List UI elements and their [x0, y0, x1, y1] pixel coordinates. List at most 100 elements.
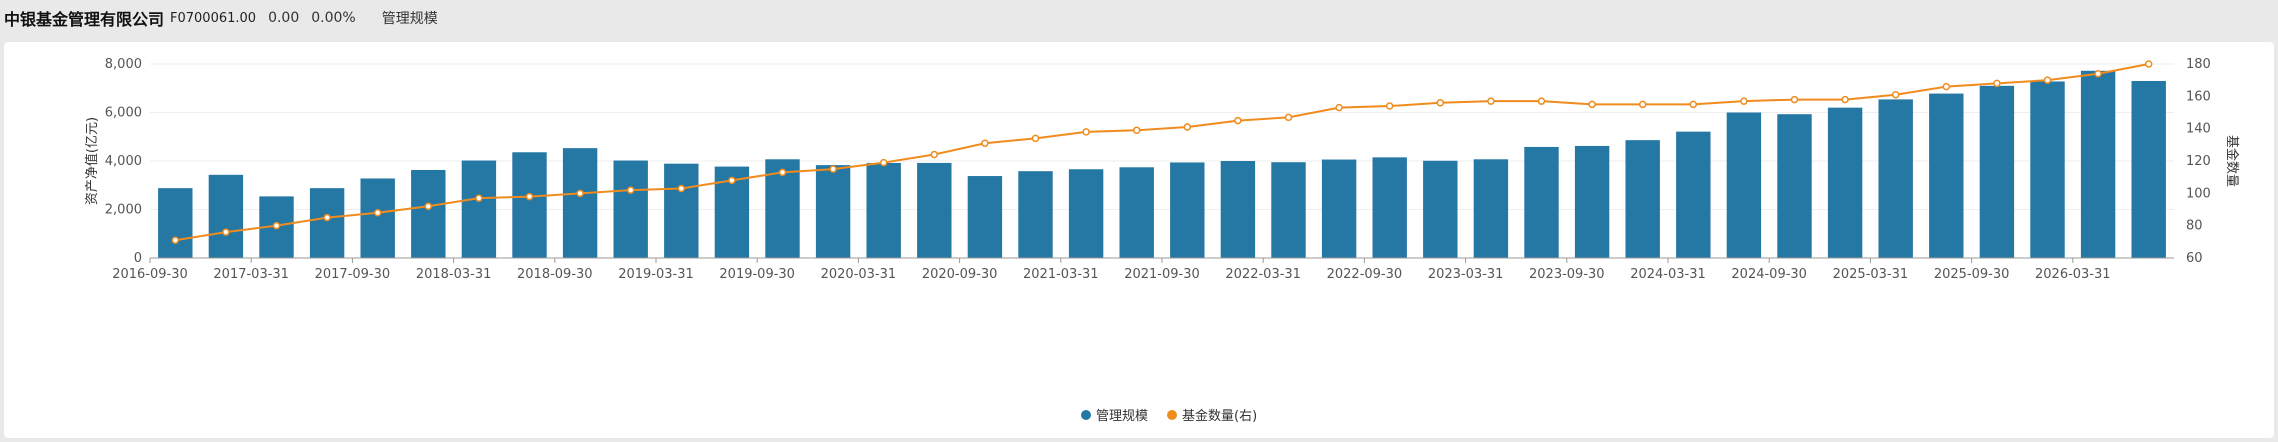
line-point[interactable] [677, 184, 686, 193]
bar[interactable] [1929, 93, 1964, 259]
line-point[interactable] [778, 168, 787, 177]
line-point[interactable] [1183, 123, 1192, 131]
line-point[interactable] [1082, 128, 1090, 136]
line-point[interactable] [2043, 76, 2052, 84]
x-tick-label: 2025-09-30 [1934, 267, 2010, 282]
line-point[interactable] [1436, 99, 1445, 107]
line-point[interactable] [1385, 102, 1394, 110]
line-point[interactable] [1537, 97, 1546, 105]
line-point[interactable] [626, 186, 635, 194]
bar[interactable] [613, 160, 648, 258]
line-point[interactable] [424, 202, 433, 211]
bar[interactable] [1119, 167, 1154, 258]
line-point[interactable] [1031, 134, 1040, 143]
line-point[interactable] [879, 158, 888, 167]
y2-tick-label: 60 [2186, 251, 2203, 266]
bar[interactable] [866, 162, 901, 258]
bar[interactable] [2030, 81, 2065, 259]
bar[interactable] [1574, 145, 1610, 258]
line-point[interactable] [525, 192, 534, 201]
line-point[interactable] [1790, 95, 1799, 104]
bar[interactable] [1271, 162, 1306, 258]
bar[interactable] [1068, 169, 1104, 258]
line-point[interactable] [1487, 97, 1495, 105]
x-tick-label: 2017-03-31 [213, 267, 289, 282]
line-point[interactable] [2094, 69, 2102, 78]
line-point[interactable] [829, 165, 837, 173]
line-point[interactable] [222, 228, 230, 236]
bar[interactable] [1220, 161, 1256, 258]
y-axis-title: 资产净值(亿元) [84, 117, 100, 205]
line-point[interactable] [171, 236, 180, 244]
line-point[interactable] [1284, 113, 1293, 122]
y2-tick-label: 160 [2186, 89, 2211, 104]
bar[interactable] [1473, 159, 1509, 258]
fund-code: F0700061.00 [170, 10, 257, 26]
bar[interactable] [2080, 70, 2116, 258]
line-point[interactable] [1993, 79, 2001, 88]
bar[interactable] [1878, 99, 1913, 258]
bar[interactable] [208, 174, 244, 258]
y2-tick-label: 140 [2186, 122, 2211, 137]
legend-line-marker[interactable] [1167, 410, 1177, 420]
x-tick-label: 2019-09-30 [719, 267, 795, 282]
bar[interactable] [1423, 160, 1458, 258]
line-point[interactable] [1335, 103, 1343, 112]
line-point[interactable] [930, 150, 939, 159]
x-tick-label: 2018-09-30 [517, 267, 593, 282]
x-tick-label: 2021-09-30 [1124, 267, 1200, 282]
bar[interactable] [1827, 107, 1863, 259]
bar[interactable] [360, 178, 395, 258]
line-point[interactable] [1234, 116, 1242, 125]
tab-management-scale[interactable]: 管理规模 [382, 8, 438, 28]
bar[interactable] [1018, 171, 1053, 258]
x-tick-label: 2022-03-31 [1225, 267, 1301, 282]
bar[interactable] [1625, 140, 1660, 258]
legend-line-label: 基金数量(右) [1182, 408, 1257, 424]
bar[interactable] [1321, 159, 1357, 258]
company-name: 中银基金管理有限公司 [4, 10, 165, 29]
bar[interactable] [562, 148, 598, 258]
bar[interactable] [664, 163, 699, 258]
line-point[interactable] [1588, 100, 1596, 109]
bar[interactable] [1524, 146, 1559, 258]
bar[interactable] [1726, 112, 1762, 259]
bar[interactable] [411, 169, 446, 258]
bar[interactable] [1979, 85, 2015, 258]
line-point[interactable] [475, 194, 483, 202]
value-readout: 0.00 [268, 10, 300, 26]
line-point[interactable] [323, 213, 331, 222]
y-tick-label: 2,000 [105, 203, 142, 218]
line-point[interactable] [2144, 60, 2153, 68]
bar[interactable] [158, 188, 193, 258]
bar[interactable] [461, 160, 497, 258]
line-point[interactable] [981, 139, 989, 147]
line-point[interactable] [1638, 100, 1647, 109]
bar[interactable] [815, 165, 851, 258]
bar[interactable] [917, 162, 952, 258]
x-tick-label: 2024-09-30 [1731, 267, 1807, 282]
y2-tick-label: 180 [2186, 57, 2211, 72]
bar[interactable] [2131, 80, 2166, 258]
x-tick-label: 2019-03-31 [618, 267, 694, 282]
line-point[interactable] [1891, 90, 1900, 99]
bar[interactable] [1372, 157, 1407, 258]
header-bar: 中银基金管理有限公司 F0700061.00 0.00 0.00% 管理规模 [0, 0, 2278, 36]
line-point[interactable] [1942, 82, 1951, 91]
x-tick-label: 2022-09-30 [1327, 267, 1403, 282]
bar[interactable] [967, 176, 1003, 258]
line-point[interactable] [272, 221, 281, 230]
line-point[interactable] [373, 208, 382, 217]
legend-bar-marker[interactable] [1081, 410, 1091, 420]
line-point[interactable] [576, 189, 584, 198]
line-point[interactable] [1132, 126, 1141, 135]
line-point[interactable] [1740, 97, 1748, 105]
bar[interactable] [1676, 131, 1711, 258]
line-point[interactable] [728, 176, 736, 185]
bar[interactable] [1777, 114, 1812, 258]
bar[interactable] [309, 188, 345, 258]
bar[interactable] [1170, 162, 1205, 258]
line-point[interactable] [1841, 95, 1849, 104]
line-point[interactable] [1689, 100, 1698, 109]
bar[interactable] [512, 152, 547, 258]
